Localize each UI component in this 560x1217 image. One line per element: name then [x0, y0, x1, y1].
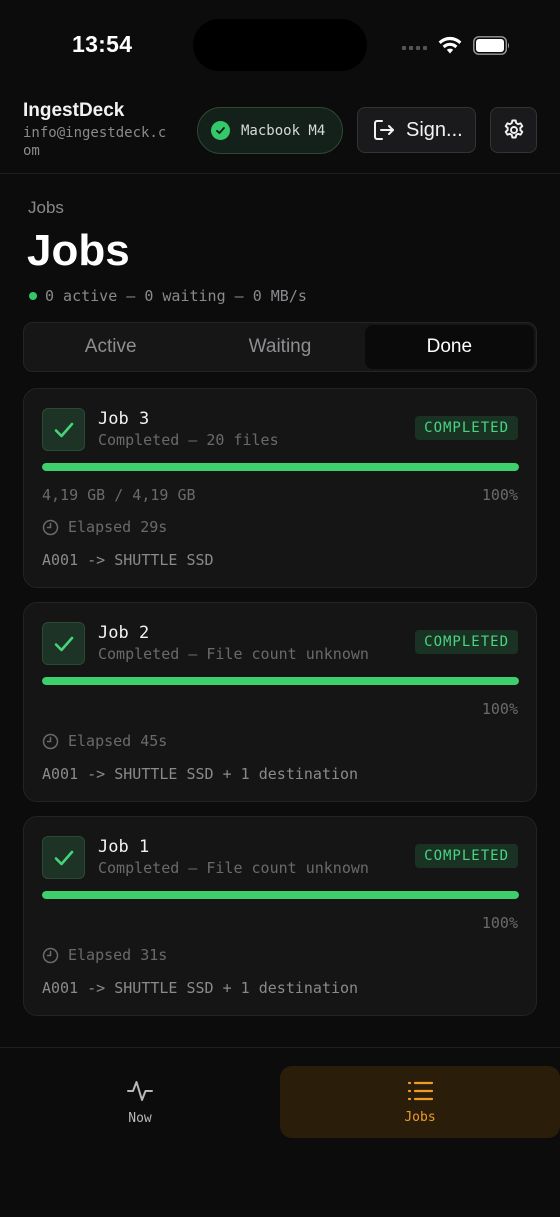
cellular-signal-icon — [402, 46, 427, 50]
job-route: A001 -> SHUTTLE SSD + 1 destination — [42, 979, 359, 997]
sign-out-icon — [374, 120, 394, 140]
check-icon — [42, 836, 85, 879]
progress-percent: 100% — [481, 700, 518, 718]
jobs-summary-text: 0 active – 0 waiting – 0 MB/s — [45, 287, 307, 305]
clock-icon — [42, 947, 59, 963]
jobs-summary: 0 active – 0 waiting – 0 MB/s — [29, 287, 307, 305]
progress-percent: 100% — [481, 486, 518, 504]
status-time: 13:54 — [72, 31, 133, 57]
settings-button[interactable] — [490, 107, 537, 153]
job-route: A001 -> SHUTTLE SSD — [42, 551, 214, 569]
elapsed-time: Elapsed 31s — [42, 946, 167, 964]
segment-waiting[interactable]: Waiting — [195, 325, 364, 369]
check-icon — [42, 622, 85, 665]
clock-icon — [42, 733, 59, 749]
progress-bar — [42, 463, 519, 471]
progress-fill — [42, 463, 519, 471]
status-badge: COMPLETED — [415, 630, 518, 654]
job-title: Job 2 — [98, 623, 150, 643]
app-name: IngestDeck — [23, 100, 125, 121]
clock-icon — [42, 519, 59, 535]
segment-done[interactable]: Done — [364, 325, 534, 369]
sign-out-label: Sign... — [406, 118, 463, 141]
segment-active[interactable]: Active — [26, 325, 195, 369]
status-badge: COMPLETED — [415, 844, 518, 868]
activity-icon — [127, 1081, 153, 1101]
progress-bar — [42, 891, 519, 899]
list-icon — [407, 1081, 434, 1101]
job-card[interactable]: Job 2 Completed – File count unknown COM… — [23, 602, 537, 802]
page-title: Jobs — [27, 226, 130, 275]
tab-bar: Now Jobs — [0, 1047, 560, 1217]
progress-fill — [42, 891, 519, 899]
job-card[interactable]: Job 3 Completed – 20 files COMPLETED 4,1… — [23, 388, 537, 588]
status-bar: 13:54 — [0, 0, 560, 90]
elapsed-time: Elapsed 45s — [42, 732, 167, 750]
status-badge: COMPLETED — [415, 416, 518, 440]
job-title: Job 3 — [98, 409, 150, 429]
sign-out-button[interactable]: Sign... — [357, 107, 476, 153]
tab-jobs-label: Jobs — [404, 1110, 436, 1125]
app-header: IngestDeck info@ingestdeck.com Macbook M… — [0, 96, 560, 174]
progress-fill — [42, 677, 519, 685]
transfer-size: 4,19 GB / 4,19 GB — [42, 486, 196, 504]
job-filter-segmented-control: Active Waiting Done — [23, 322, 537, 372]
account-info: IngestDeck info@ingestdeck.com — [23, 100, 173, 160]
elapsed-time: Elapsed 29s — [42, 518, 167, 536]
job-subtitle: Completed – File count unknown — [98, 859, 369, 877]
elapsed-text: Elapsed 31s — [68, 946, 168, 964]
wifi-icon — [438, 36, 462, 54]
progress-percent: 100% — [481, 914, 518, 932]
gear-icon — [504, 119, 523, 139]
account-email: info@ingestdeck.com — [23, 125, 167, 159]
elapsed-text: Elapsed 29s — [68, 518, 168, 536]
breadcrumb: Jobs — [28, 198, 64, 217]
dynamic-island — [193, 19, 367, 71]
status-dot-icon — [29, 292, 37, 300]
job-subtitle: Completed – 20 files — [98, 431, 279, 449]
job-route: A001 -> SHUTTLE SSD + 1 destination — [42, 765, 359, 783]
job-title: Job 1 — [98, 837, 150, 857]
check-circle-icon — [211, 121, 230, 140]
tab-jobs[interactable]: Jobs — [280, 1066, 560, 1138]
check-icon — [42, 408, 85, 451]
job-subtitle: Completed – File count unknown — [98, 645, 369, 663]
elapsed-text: Elapsed 45s — [68, 732, 168, 750]
tab-now-label: Now — [128, 1111, 152, 1126]
device-name: Macbook M4 — [241, 122, 326, 139]
job-card[interactable]: Job 1 Completed – File count unknown COM… — [23, 816, 537, 1016]
tab-now[interactable]: Now — [0, 1066, 280, 1138]
battery-icon — [473, 36, 510, 55]
progress-bar — [42, 677, 519, 685]
device-status-pill[interactable]: Macbook M4 — [197, 107, 343, 154]
